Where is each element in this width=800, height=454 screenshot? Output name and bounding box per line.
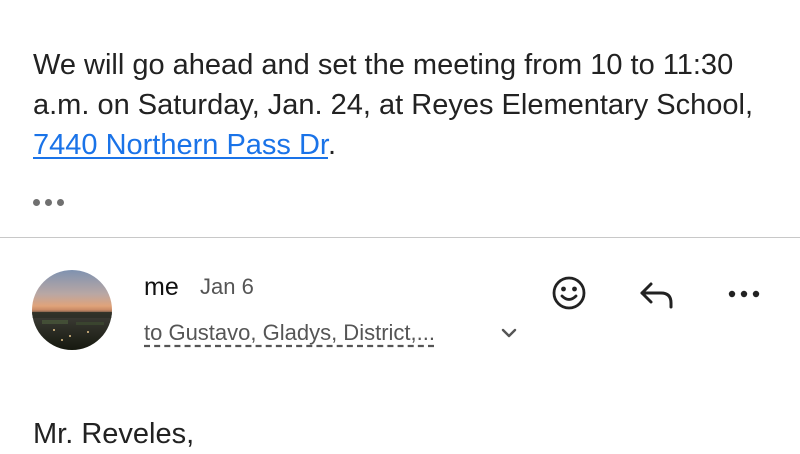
ellipsis-icon: [57, 198, 64, 206]
show-trimmed-content-button[interactable]: [33, 190, 73, 214]
recipients-link[interactable]: to Gustavo, Gladys, District,...: [144, 318, 435, 348]
ellipsis-icon: [33, 198, 40, 206]
message-date: Jan 6: [200, 274, 254, 299]
ellipsis-icon: [45, 198, 52, 206]
add-reaction-button[interactable]: [547, 271, 591, 315]
message-text: We will go ahead and set the meeting fro…: [33, 49, 754, 121]
chevron-down-icon[interactable]: [498, 322, 520, 344]
message-divider: [0, 237, 800, 238]
address-link[interactable]: 7440 Northern Pass Dr: [33, 129, 328, 161]
avatar-photo: [32, 270, 112, 350]
previous-message-body: We will go ahead and set the meeting fro…: [33, 45, 773, 165]
reply-arrow-icon: [640, 282, 673, 309]
sender-name[interactable]: me: [144, 270, 179, 304]
smiley-face-icon: [552, 276, 586, 310]
more-options-button[interactable]: [722, 272, 766, 316]
more-vertical-dots-icon: [728, 290, 760, 298]
reply-greeting: Mr. Reveles,: [33, 418, 195, 450]
reply-button[interactable]: [635, 272, 679, 316]
avatar[interactable]: [32, 270, 112, 350]
message-text-end: .: [327, 129, 337, 161]
